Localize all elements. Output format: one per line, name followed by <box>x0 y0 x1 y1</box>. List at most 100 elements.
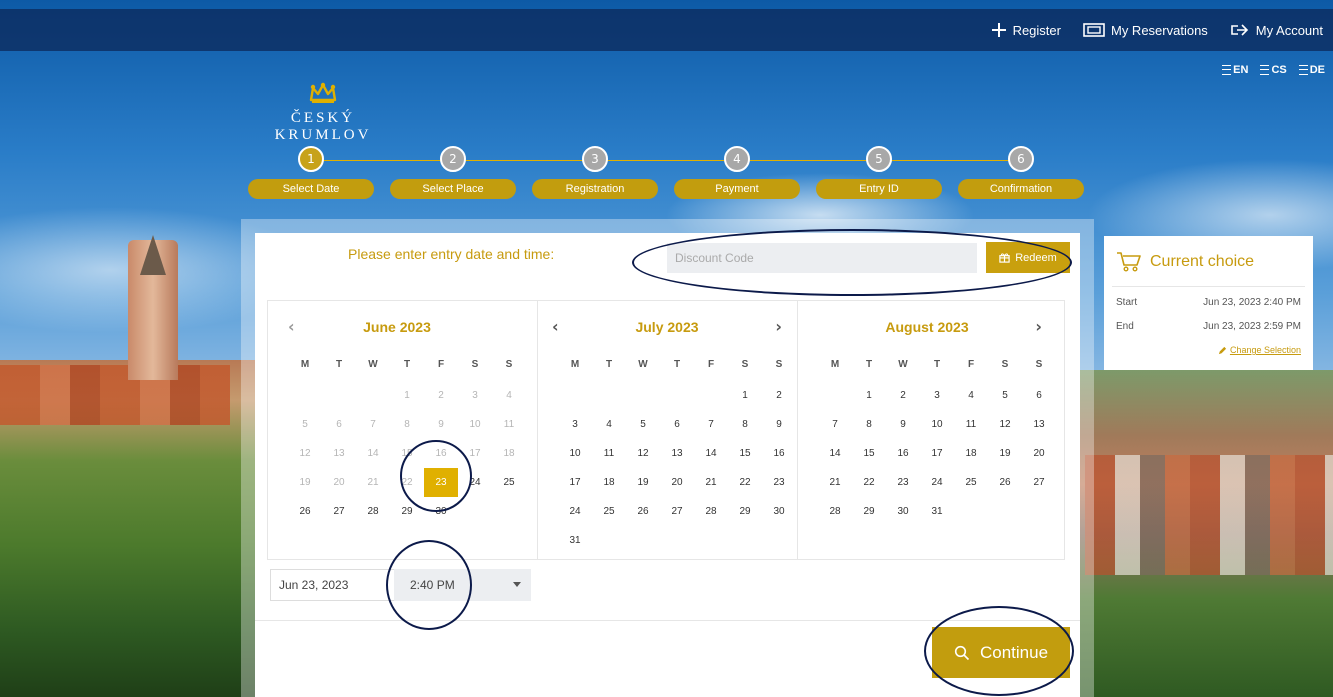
day-cell[interactable]: 17 <box>920 439 954 468</box>
weekday-label: S <box>775 359 783 370</box>
day-cell[interactable]: 19 <box>988 439 1022 468</box>
day-cell[interactable]: 25 <box>592 497 626 526</box>
current-choice-title-text: Current choice <box>1150 253 1255 270</box>
day-cell[interactable]: 21 <box>818 468 852 497</box>
day-cell[interactable]: 21 <box>694 468 728 497</box>
step-3: 3 Registration <box>532 146 658 199</box>
day-cell[interactable]: 24 <box>920 468 954 497</box>
day-cell[interactable]: 27 <box>1022 468 1056 497</box>
day-cell[interactable]: 4 <box>592 410 626 439</box>
day-cell[interactable]: 14 <box>694 439 728 468</box>
step-4: 4 Payment <box>674 146 800 199</box>
day-cell[interactable]: 27 <box>660 497 694 526</box>
day-cell[interactable]: 24 <box>458 468 492 497</box>
redeem-button[interactable]: Redeem <box>986 242 1070 273</box>
day-cell[interactable]: 27 <box>322 497 356 526</box>
day-cell[interactable]: 9 <box>762 410 796 439</box>
day-cell[interactable]: 4 <box>954 381 988 410</box>
day-cell[interactable]: 22 <box>852 468 886 497</box>
day-cell[interactable]: 18 <box>592 468 626 497</box>
day-cell[interactable]: 2 <box>762 381 796 410</box>
day-cell[interactable]: 6 <box>1022 381 1056 410</box>
day-cell[interactable]: 6 <box>660 410 694 439</box>
day-cell[interactable]: 30 <box>424 497 458 526</box>
day-cell[interactable]: 13 <box>1022 410 1056 439</box>
day-cell[interactable]: 15 <box>728 439 762 468</box>
day-cell[interactable]: 30 <box>762 497 796 526</box>
lang-cs[interactable]: CS <box>1260 64 1287 76</box>
day-cell[interactable]: 19 <box>626 468 660 497</box>
weekday-label: T <box>403 359 411 370</box>
day-cell[interactable]: 1 <box>852 381 886 410</box>
prev-month-icon[interactable]: ‹ <box>288 317 295 336</box>
day-cell[interactable]: 18 <box>954 439 988 468</box>
my-reservations-label: My Reservations <box>1110 22 1208 38</box>
day-cell[interactable]: 1 <box>728 381 762 410</box>
day-cell[interactable]: 8 <box>728 410 762 439</box>
day-cell[interactable]: 10 <box>920 410 954 439</box>
day-cell[interactable]: 13 <box>660 439 694 468</box>
day-cell[interactable]: 2 <box>886 381 920 410</box>
day-cell[interactable]: 25 <box>492 468 526 497</box>
day-cell[interactable]: 3 <box>920 381 954 410</box>
caret-down-icon <box>513 582 521 587</box>
progress-stepper: 1 Select Date 2 Select Place 3 Registration 4 P… <box>248 146 1088 201</box>
day-cell[interactable]: 30 <box>886 497 920 526</box>
day-cell[interactable]: 26 <box>288 497 322 526</box>
day-cell[interactable]: 7 <box>818 410 852 439</box>
day-cell[interactable]: 31 <box>558 526 592 555</box>
day-cell-selected[interactable]: 23 <box>424 468 458 497</box>
day-cell[interactable]: 12 <box>988 410 1022 439</box>
my-reservations-link[interactable]: My Reservations <box>1083 22 1208 38</box>
day-cell[interactable]: 28 <box>356 497 390 526</box>
day-cell[interactable]: 26 <box>988 468 1022 497</box>
day-cell[interactable]: 16 <box>762 439 796 468</box>
day-cell[interactable]: 28 <box>818 497 852 526</box>
register-link[interactable]: Register <box>991 22 1061 38</box>
day-cell[interactable]: 23 <box>886 468 920 497</box>
my-account-link[interactable]: My Account <box>1230 22 1323 38</box>
day-cell[interactable]: 11 <box>592 439 626 468</box>
search-icon <box>954 645 970 660</box>
day-cell: 11 <box>503 419 515 430</box>
day-cell[interactable]: 15 <box>852 439 886 468</box>
day-cell[interactable]: 16 <box>886 439 920 468</box>
time-select[interactable]: 2:40 PM <box>394 569 531 601</box>
day-cell: 1 <box>404 390 410 401</box>
continue-button[interactable]: Continue <box>932 627 1070 678</box>
discount-code-input[interactable]: Discount Code <box>667 243 977 273</box>
change-selection-link[interactable]: Change Selection <box>1218 345 1301 355</box>
day-cell[interactable]: 20 <box>660 468 694 497</box>
day-cell[interactable]: 12 <box>626 439 660 468</box>
day-cell[interactable]: 11 <box>954 410 988 439</box>
day-cell[interactable]: 26 <box>626 497 660 526</box>
day-cell[interactable]: 14 <box>818 439 852 468</box>
next-month-icon[interactable]: › <box>1035 317 1042 336</box>
day-cell[interactable]: 24 <box>558 497 592 526</box>
day-cell[interactable]: 29 <box>390 497 424 526</box>
day-cell[interactable]: 8 <box>852 410 886 439</box>
lang-en[interactable]: EN <box>1222 64 1248 76</box>
lang-de[interactable]: DE <box>1298 64 1325 76</box>
day-cell[interactable]: 9 <box>886 410 920 439</box>
day-cell[interactable]: 28 <box>694 497 728 526</box>
day-cell[interactable]: 29 <box>728 497 762 526</box>
day-cell[interactable]: 7 <box>694 410 728 439</box>
day-cell[interactable]: 23 <box>762 468 796 497</box>
day-cell[interactable]: 5 <box>988 381 1022 410</box>
day-cell[interactable]: 17 <box>558 468 592 497</box>
prev-month-icon[interactable]: ‹ <box>552 317 559 336</box>
day-cell[interactable]: 10 <box>558 439 592 468</box>
day-cell: 4 <box>506 390 512 401</box>
day-cell[interactable]: 22 <box>728 468 762 497</box>
day-cell[interactable]: 3 <box>558 410 592 439</box>
day-cell[interactable]: 25 <box>954 468 988 497</box>
weekday-label: T <box>933 359 941 370</box>
day-cell[interactable]: 31 <box>920 497 954 526</box>
date-field[interactable]: Jun 23, 2023 <box>270 569 394 601</box>
day-cell[interactable]: 20 <box>1022 439 1056 468</box>
day-cell[interactable]: 29 <box>852 497 886 526</box>
empty-day <box>356 381 390 410</box>
day-cell[interactable]: 5 <box>626 410 660 439</box>
next-month-icon[interactable]: › <box>775 317 782 336</box>
